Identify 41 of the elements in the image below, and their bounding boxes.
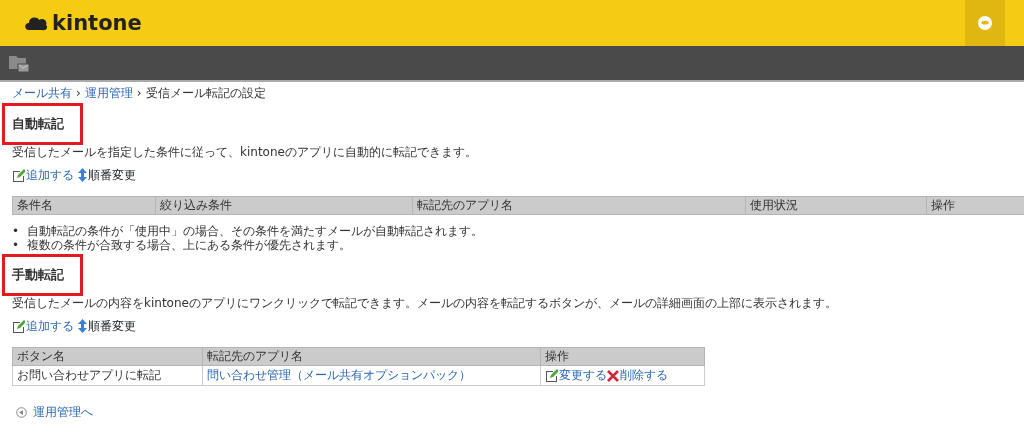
bullet-mark: • — [12, 224, 20, 238]
cloud-icon — [24, 15, 48, 31]
breadcrumb-separator: › — [136, 85, 142, 101]
up-down-arrow-icon — [78, 168, 87, 182]
column-header: 転記先のアプリ名 — [412, 196, 746, 215]
description-text: 受信したメールの内容をkintoneのアプリにワンクリックで転記できます。メールの内容を転記するボタンが、メールの詳細画面の上部に表示されます。 — [12, 295, 838, 311]
column-header: ボタン名 — [12, 347, 203, 366]
section-heading: 自動転記 — [5, 106, 80, 142]
reorder-link[interactable]: 順番変更 — [78, 318, 136, 334]
user-icon — [978, 16, 992, 30]
breadcrumb-separator: › — [76, 85, 81, 101]
section-heading: 手動転記 — [5, 257, 80, 293]
description-text: 受信したメールを指定した条件に従って、kintoneのアプリに自動的に転記できます。 — [12, 144, 478, 160]
column-header: 操作 — [540, 347, 705, 366]
edit-icon — [545, 369, 559, 382]
delete-icon — [607, 369, 620, 382]
column-header: 使用状況 — [745, 196, 927, 215]
breadcrumb-link[interactable]: メール共有 — [12, 85, 72, 101]
add-link[interactable]: 追加する — [12, 167, 74, 183]
reorder-link[interactable]: 順番変更 — [78, 167, 136, 183]
note-text: 自動転記の条件が「使用中」の場合、その条件を満たすメールが自動転記されます。 — [27, 224, 484, 238]
delete-link[interactable]: 削除する — [607, 368, 669, 383]
breadcrumb-link[interactable]: 運用管理 — [84, 85, 133, 101]
add-link[interactable]: 追加する — [12, 318, 74, 334]
column-header: 絞り込み条件 — [155, 196, 413, 215]
column-header: 操作 — [926, 196, 1024, 215]
back-link[interactable]: 運用管理へ — [16, 404, 93, 420]
edit-icon — [12, 319, 25, 333]
table-cell: お問い合わせアプリに転記 — [12, 365, 203, 386]
up-down-arrow-icon — [78, 319, 87, 333]
folder-mail-icon — [8, 53, 30, 73]
bullet-mark: • — [12, 238, 20, 252]
column-header: 転記先のアプリ名 — [202, 347, 541, 366]
column-header: 条件名 — [12, 196, 156, 215]
note-text: 複数の条件が合致する場合、上にある条件が優先されます。 — [27, 238, 352, 252]
back-circle-icon — [16, 406, 27, 418]
user-menu-button[interactable] — [965, 0, 1005, 46]
logo-text: kintone — [52, 10, 142, 36]
edit-icon — [12, 168, 25, 182]
edit-link[interactable]: 変更する — [545, 368, 608, 383]
breadcrumb-current: 受信メール転記の設定 — [145, 85, 266, 101]
